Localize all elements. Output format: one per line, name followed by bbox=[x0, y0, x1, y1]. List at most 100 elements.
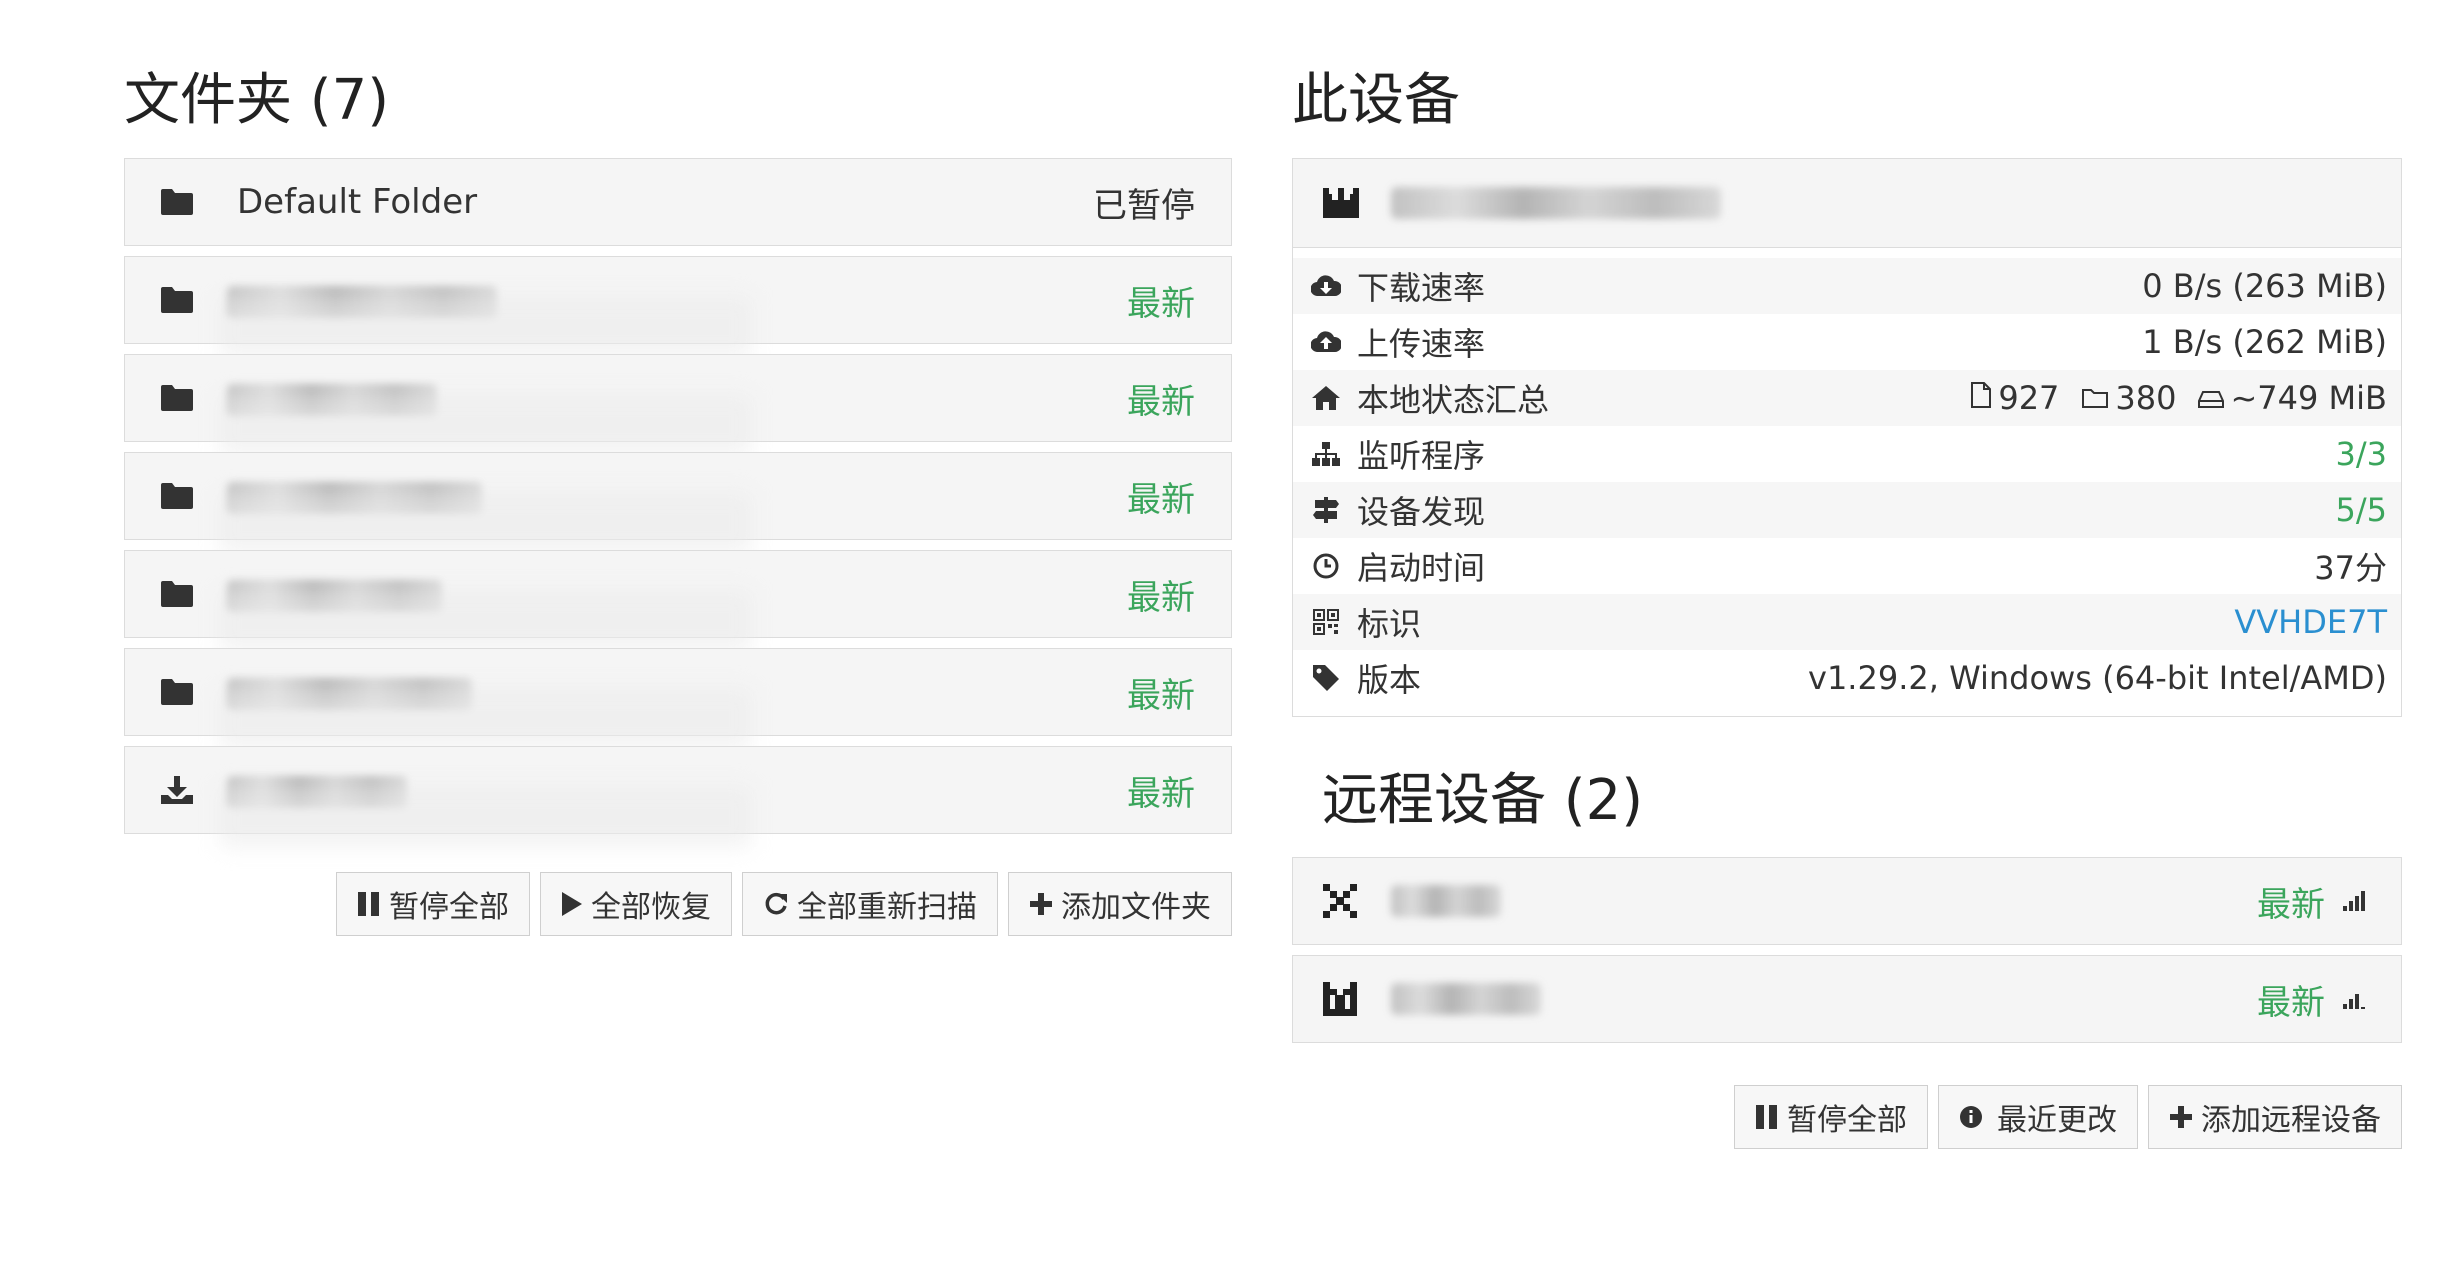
folder-icon bbox=[159, 380, 195, 416]
folder-icon bbox=[159, 184, 195, 220]
device-identicon-icon bbox=[1323, 188, 1363, 218]
folder-row[interactable]: 最新 bbox=[124, 256, 1232, 357]
folder-status: 已暂停 bbox=[1093, 185, 1195, 226]
folder-name: Default Folder bbox=[237, 182, 478, 222]
folder-actions: 暂停全部 全部恢复 全部重新扫描 添加文件夹 bbox=[124, 872, 1232, 936]
folder-name bbox=[227, 378, 1127, 418]
folder-name bbox=[227, 770, 1127, 810]
download-icon bbox=[159, 772, 195, 808]
listeners-row: 监听程序 3/3 bbox=[1293, 426, 2401, 482]
recent-changes-button[interactable]: 最近更改 bbox=[1938, 1085, 2138, 1149]
folder-name bbox=[227, 672, 1127, 712]
remote-device-row[interactable]: 最新 bbox=[1292, 857, 2402, 945]
device-id-label: 标识 bbox=[1357, 605, 1422, 643]
folders-section: 文件夹 (7) Default Folder 已暂停 最新 最新 最新 最新 最新 最新 暂停… bbox=[124, 0, 1232, 936]
local-state-value: 927 380 ~749 MiB bbox=[1970, 379, 2387, 417]
folder-name-redacted bbox=[227, 285, 497, 318]
pause-all-label: 暂停全部 bbox=[389, 890, 509, 925]
folders-title: 文件夹 (7) bbox=[124, 68, 390, 133]
folder-status: 最新 bbox=[1127, 675, 1195, 716]
remote-device-actions: 暂停全部 最近更改 添加远程设备 bbox=[1292, 1085, 2402, 1149]
folder-status: 最新 bbox=[1127, 479, 1195, 520]
clock-icon bbox=[1309, 552, 1343, 580]
pause-icon bbox=[357, 891, 381, 917]
folder-icon bbox=[159, 282, 195, 318]
folder-icon bbox=[159, 674, 195, 710]
file-icon bbox=[1970, 379, 1992, 417]
pause-all-folders-button[interactable]: 暂停全部 bbox=[336, 872, 530, 936]
tag-icon bbox=[1309, 664, 1343, 692]
resume-all-label: 全部恢复 bbox=[591, 890, 711, 925]
home-icon bbox=[1309, 385, 1343, 411]
folder-row[interactable]: 最新 bbox=[124, 452, 1232, 553]
local-state-row: 本地状态汇总 927 380 ~749 MiB bbox=[1293, 370, 2401, 426]
version-label: 版本 bbox=[1357, 661, 1422, 699]
folder-icon bbox=[159, 478, 195, 514]
local-state-label: 本地状态汇总 bbox=[1357, 381, 1550, 419]
add-remote-device-label: 添加远程设备 bbox=[2201, 1103, 2381, 1138]
folder-row[interactable]: 最新 bbox=[124, 354, 1232, 455]
folder-status: 最新 bbox=[1127, 577, 1195, 618]
qrcode-icon bbox=[1309, 609, 1343, 635]
add-folder-button[interactable]: 添加文件夹 bbox=[1008, 872, 1232, 936]
remote-device-list: 最新 最新 bbox=[1292, 857, 2402, 1043]
remote-device-status: 最新 bbox=[2257, 982, 2325, 1023]
pause-all-devices-label: 暂停全部 bbox=[1787, 1103, 1907, 1138]
pause-icon bbox=[1755, 1104, 1779, 1130]
this-device-panel[interactable]: 下载速率 0 B/s (263 MiB) 上传速率 1 B/s (262 MiB… bbox=[1292, 158, 2402, 717]
remote-device-name-redacted bbox=[1391, 983, 1541, 1015]
remote-device-name bbox=[1391, 983, 2257, 1015]
plus-icon bbox=[1029, 892, 1053, 916]
listeners-value[interactable]: 3/3 bbox=[2336, 435, 2388, 473]
sitemap-icon bbox=[1309, 441, 1343, 467]
upload-rate-label: 上传速率 bbox=[1357, 325, 1486, 363]
listeners-label: 监听程序 bbox=[1357, 437, 1486, 475]
version-row: 版本 v1.29.2, Windows (64-bit Intel/AMD) bbox=[1293, 650, 2401, 706]
local-dirs-count: 380 bbox=[2115, 379, 2177, 417]
local-size-value: ~749 MiB bbox=[2230, 379, 2387, 417]
folder-outline-icon bbox=[2081, 379, 2109, 417]
pause-all-devices-button[interactable]: 暂停全部 bbox=[1734, 1085, 1928, 1149]
folder-name bbox=[227, 574, 1127, 614]
download-rate-label: 下载速率 bbox=[1357, 269, 1486, 307]
discovery-label: 设备发现 bbox=[1357, 493, 1486, 531]
remote-devices-title: 远程设备 (2) bbox=[1322, 768, 1644, 833]
hard-drive-icon bbox=[2198, 379, 2225, 417]
this-device-header[interactable] bbox=[1293, 159, 2401, 248]
info-circle-icon bbox=[1959, 1105, 1983, 1129]
device-name-redacted bbox=[1391, 187, 1721, 219]
folder-list: Default Folder 已暂停 最新 最新 最新 最新 最新 最新 bbox=[124, 158, 1232, 847]
folder-name-redacted bbox=[227, 383, 437, 416]
rescan-all-label: 全部重新扫描 bbox=[797, 890, 977, 925]
cloud-upload-icon bbox=[1309, 330, 1343, 354]
rescan-all-button[interactable]: 全部重新扫描 bbox=[742, 872, 998, 936]
folder-row[interactable]: Default Folder 已暂停 bbox=[124, 158, 1232, 246]
device-identicon-icon bbox=[1323, 982, 1363, 1016]
folder-row[interactable]: 最新 bbox=[124, 550, 1232, 651]
local-files-count: 927 bbox=[1998, 379, 2060, 417]
discovery-value[interactable]: 5/5 bbox=[2336, 491, 2388, 529]
uptime-value: 37分 bbox=[2314, 549, 2387, 587]
device-id-link[interactable]: VVHDE7T bbox=[2234, 603, 2387, 641]
folder-row[interactable]: 最新 bbox=[124, 648, 1232, 749]
signal-strength-icon bbox=[2343, 890, 2367, 912]
signal-strength-icon bbox=[2343, 988, 2367, 1010]
folder-icon bbox=[159, 576, 195, 612]
remote-device-row[interactable]: 最新 bbox=[1292, 955, 2402, 1043]
folder-name-redacted bbox=[227, 579, 442, 612]
folder-status: 最新 bbox=[1127, 381, 1195, 422]
uptime-label: 启动时间 bbox=[1357, 549, 1486, 587]
upload-rate-value: 1 B/s (262 MiB) bbox=[2142, 323, 2387, 361]
download-rate-value: 0 B/s (263 MiB) bbox=[2142, 267, 2387, 305]
remote-device-name-redacted bbox=[1391, 885, 1501, 917]
remote-device-status: 最新 bbox=[2257, 884, 2325, 925]
folder-name bbox=[227, 280, 1127, 320]
folder-row[interactable]: 最新 bbox=[124, 746, 1232, 847]
add-remote-device-button[interactable]: 添加远程设备 bbox=[2148, 1085, 2402, 1149]
folder-name-redacted bbox=[227, 677, 472, 710]
download-rate-row: 下载速率 0 B/s (263 MiB) bbox=[1293, 258, 2401, 314]
folder-status: 最新 bbox=[1127, 283, 1195, 324]
remote-device-name bbox=[1391, 885, 2257, 917]
resume-all-folders-button[interactable]: 全部恢复 bbox=[540, 872, 732, 936]
discovery-row: 设备发现 5/5 bbox=[1293, 482, 2401, 538]
